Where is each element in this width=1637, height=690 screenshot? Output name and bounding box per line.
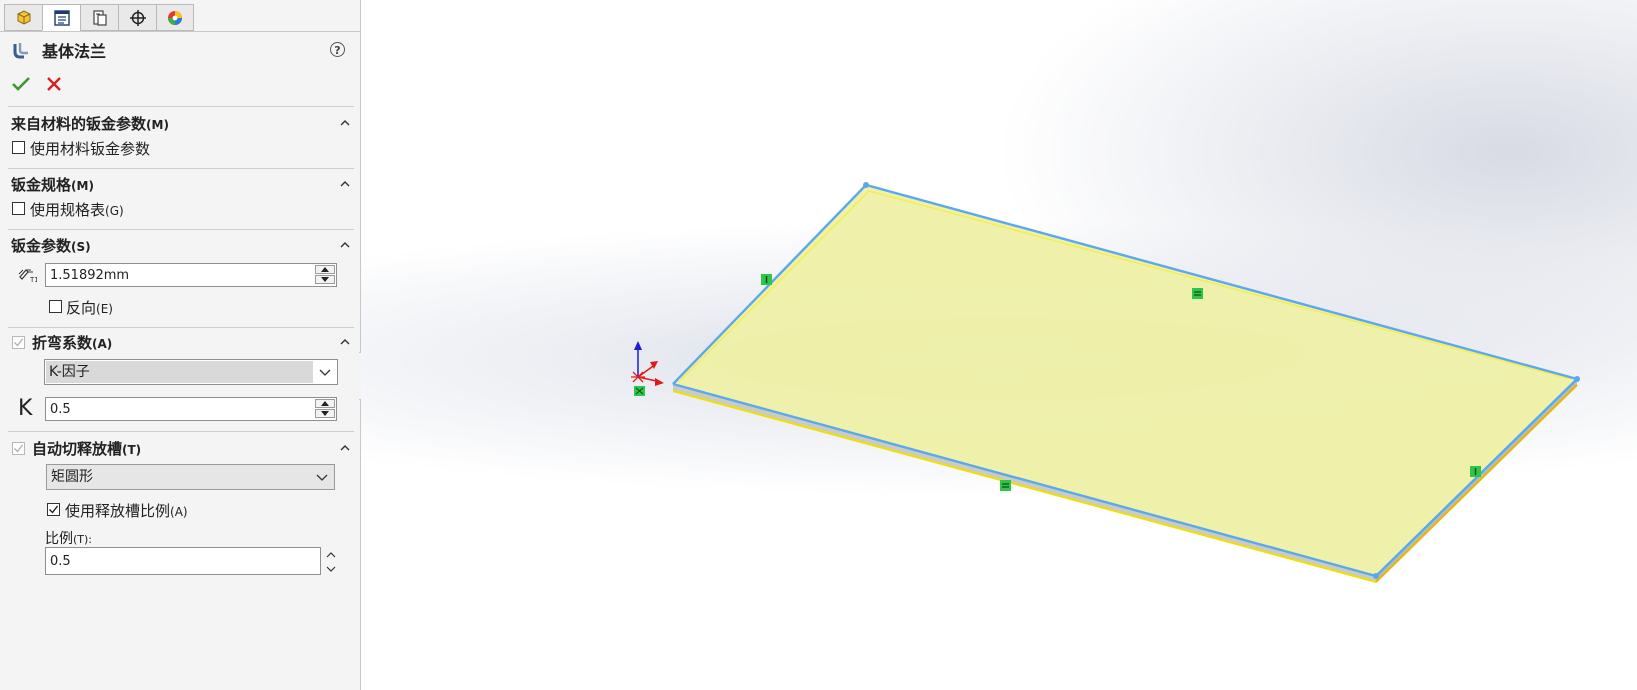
reverse-direction-label: 反向(E)	[66, 299, 113, 317]
display-manager-icon	[168, 10, 182, 25]
tab-feature-manager[interactable]	[4, 4, 42, 31]
section-title-params[interactable]: 钣金参数(S)	[11, 235, 91, 256]
feature-title-row: 基体法兰	[12, 38, 106, 62]
section-title-relief[interactable]: 自动切释放槽(T)	[32, 438, 141, 459]
tabs-divider	[0, 31, 360, 32]
horizontal-relation-icon[interactable]	[1000, 480, 1011, 491]
tab-dimxpert-manager[interactable]	[118, 4, 156, 31]
spin-up-icon[interactable]	[315, 399, 335, 408]
dimxpert-manager-icon	[129, 9, 146, 26]
checkmark-icon	[14, 444, 24, 453]
manager-tabs	[4, 4, 194, 32]
tab-configuration-manager[interactable]	[80, 4, 118, 31]
k-factor-input[interactable]	[48, 400, 308, 418]
use-gauge-table-label: 使用规格表(G)	[30, 201, 124, 219]
collapse-caret-icon[interactable]	[340, 443, 350, 453]
relief-type-value: 矩圆形	[51, 469, 93, 485]
bend-type-select[interactable]: K-因子	[44, 359, 338, 385]
section-divider	[8, 168, 354, 169]
origin-triad-icon	[631, 341, 664, 396]
k-factor-spinner[interactable]	[315, 399, 335, 419]
bend-allowance-checkbox[interactable]	[12, 336, 25, 349]
collapse-caret-icon[interactable]	[340, 240, 350, 250]
vertex-point[interactable]	[1574, 376, 1580, 382]
cancel-x-icon[interactable]	[44, 74, 64, 94]
section-divider	[8, 229, 354, 230]
tab-display-manager[interactable]	[156, 4, 194, 31]
help-icon[interactable]: ?	[330, 42, 345, 57]
spin-down-icon[interactable]	[315, 409, 335, 418]
ratio-label: 比例(T):	[45, 531, 93, 547]
model-canvas[interactable]	[361, 0, 1637, 690]
k-factor-label: K	[18, 396, 33, 421]
property-manager-panel: 基体法兰 ? 来自材料的钣金参数(M) 使用材料钣金参数 钣金规格(M) 使用规…	[0, 0, 361, 690]
spin-up-icon[interactable]	[315, 265, 335, 274]
vertex-point[interactable]	[863, 182, 869, 188]
vertical-relation-icon[interactable]	[761, 274, 772, 285]
svg-text:T1: T1	[29, 276, 37, 284]
property-manager-icon	[53, 9, 70, 26]
horizontal-relation-icon[interactable]	[1192, 288, 1203, 299]
spin-down-icon[interactable]	[315, 275, 335, 284]
vertical-relation-icon[interactable]	[1470, 466, 1481, 477]
chevron-down-icon	[316, 474, 328, 481]
use-material-params-label: 使用材料钣金参数	[30, 140, 151, 158]
section-title-gauge[interactable]: 钣金规格(M)	[11, 174, 94, 195]
page-title: 基体法兰	[42, 42, 107, 61]
collapse-caret-icon[interactable]	[340, 179, 350, 189]
section-title-material[interactable]: 来自材料的钣金参数(M)	[11, 113, 169, 134]
checkmark-icon	[49, 505, 59, 514]
collapse-caret-icon[interactable]	[340, 118, 350, 128]
tab-property-manager[interactable]	[42, 4, 80, 31]
thickness-icon: T1	[18, 269, 37, 284]
reverse-direction-checkbox[interactable]	[49, 300, 62, 313]
relief-type-select[interactable]: 矩圆形	[46, 464, 335, 490]
chevron-down-icon	[319, 369, 331, 376]
ratio-field[interactable]	[45, 547, 321, 575]
thickness-input[interactable]	[48, 266, 308, 284]
configuration-manager-icon	[92, 9, 107, 26]
ok-check-icon[interactable]	[11, 74, 31, 94]
section-title-bend[interactable]: 折弯系数(A)	[32, 332, 112, 353]
collapse-caret-icon[interactable]	[340, 337, 350, 347]
thickness-field[interactable]	[45, 263, 337, 287]
bend-type-value: K-因子	[46, 361, 313, 383]
auto-relief-checkbox[interactable]	[12, 442, 25, 455]
use-relief-ratio-checkbox[interactable]	[47, 503, 60, 516]
use-relief-ratio-label: 使用释放槽比例(A)	[65, 502, 188, 520]
k-factor-field[interactable]	[45, 397, 337, 421]
use-material-params-checkbox[interactable]	[12, 141, 25, 154]
ratio-input[interactable]	[48, 552, 312, 570]
section-divider	[8, 106, 354, 107]
thickness-spinner[interactable]	[315, 265, 335, 285]
feature-manager-icon	[17, 9, 30, 25]
section-divider	[8, 431, 354, 432]
use-gauge-table-checkbox[interactable]	[12, 202, 25, 215]
vertex-point[interactable]	[1373, 573, 1379, 579]
checkmark-icon	[14, 338, 24, 347]
ratio-spinner[interactable]	[324, 549, 338, 575]
section-divider	[8, 327, 354, 328]
base-flange-icon	[13, 43, 28, 59]
graphics-viewport[interactable]	[361, 0, 1637, 690]
